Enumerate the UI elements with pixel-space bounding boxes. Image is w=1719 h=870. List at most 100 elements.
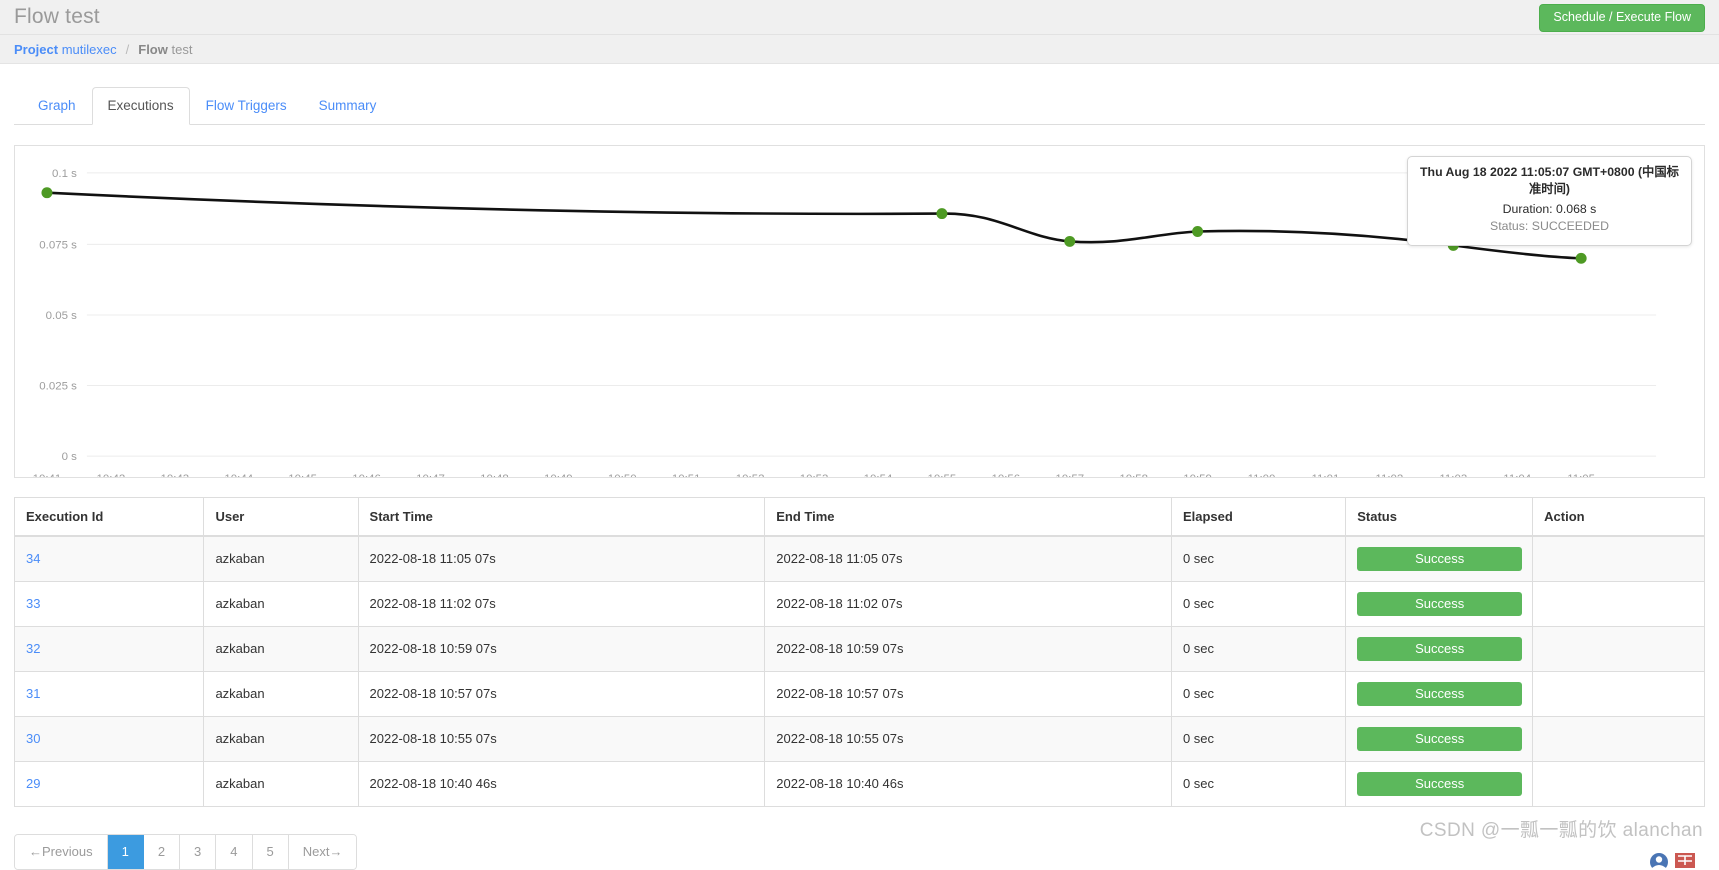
executions-table: Execution Id User Start Time End Time El… — [13, 496, 1705, 807]
status-badge[interactable]: Success — [1357, 726, 1523, 751]
x-tick-label-21: 11:02 — [1375, 473, 1403, 477]
breadcrumb-project-link[interactable]: Project mutilexec — [14, 42, 117, 57]
cell-start: 2022-08-18 11:02 07s — [357, 580, 766, 627]
cell-execution-id: 34 — [13, 535, 205, 582]
tab-list: Graph Executions Flow Triggers Summary — [14, 87, 1705, 125]
tooltip-timestamp: Thu Aug 18 2022 11:05:07 GMT+0800 (中国标准时… — [1420, 164, 1679, 197]
x-tick-label-0: 10:41 — [33, 473, 62, 477]
x-tick-label-10: 10:51 — [672, 473, 701, 477]
cell-start: 2022-08-18 10:57 07s — [357, 670, 766, 717]
cell-elapsed: 0 sec — [1170, 535, 1347, 582]
cell-user: azkaban — [203, 535, 359, 582]
x-tick-label-18: 10:59 — [1183, 473, 1212, 477]
x-tick-label-8: 10:49 — [544, 473, 573, 477]
cell-execution-id: 30 — [13, 715, 205, 762]
breadcrumb-flow-current: Flow test — [138, 42, 192, 57]
breadcrumb-flow-label: Flow — [138, 41, 168, 57]
table-header-row: Execution Id User Start Time End Time El… — [13, 496, 1705, 537]
cell-start: 2022-08-18 10:59 07s — [357, 625, 766, 672]
table-head: Execution Id User Start Time End Time El… — [13, 496, 1705, 537]
csdn-logo-icon — [1650, 853, 1695, 868]
schedule-execute-flow-button[interactable]: Schedule / Execute Flow — [1539, 4, 1705, 32]
pagination-next[interactable]: Next→ — [288, 834, 357, 870]
y-tick-label-0.1: 0.1 s — [52, 168, 77, 180]
data-point-3[interactable] — [1192, 225, 1204, 237]
cell-start: 2022-08-18 10:55 07s — [357, 715, 766, 762]
pagination-page-1[interactable]: 1 — [107, 834, 144, 870]
csdn-watermark: CSDN @一瓢一瓢的饮 alanchan — [1419, 820, 1703, 841]
data-point-5[interactable] — [1575, 252, 1587, 264]
x-tick-label-7: 10:48 — [480, 473, 509, 477]
y-tick-label-0.05: 0.05 s — [46, 310, 78, 322]
x-tick-label-24: 11:05 — [1567, 473, 1595, 477]
execution-id-link[interactable]: 32 — [26, 641, 40, 656]
tab-summary[interactable]: Summary — [303, 87, 393, 125]
execution-id-link[interactable]: 29 — [26, 776, 40, 791]
pagination-page-5[interactable]: 5 — [252, 834, 289, 870]
data-point-2[interactable] — [1064, 235, 1076, 247]
cell-end: 2022-08-18 10:57 07s — [764, 670, 1172, 717]
duration-series-points — [41, 187, 1587, 264]
cell-execution-id: 29 — [13, 760, 205, 807]
tooltip-duration: Duration: 0.068 s — [1502, 201, 1597, 216]
table-row: 32 azkaban 2022-08-18 10:59 07s 2022-08-… — [13, 625, 1705, 672]
execution-id-link[interactable]: 31 — [26, 686, 40, 701]
x-tick-label-13: 10:54 — [864, 473, 893, 477]
x-tick-label-19: 11:00 — [1248, 473, 1276, 477]
pagination-previous[interactable]: ←Previous — [15, 834, 108, 870]
execution-id-link[interactable]: 33 — [26, 596, 40, 611]
cell-execution-id: 32 — [13, 625, 205, 672]
execution-id-link[interactable]: 30 — [26, 731, 40, 746]
cell-end: 2022-08-18 10:40 46s — [764, 760, 1172, 807]
pagination-page-4[interactable]: 4 — [216, 834, 253, 870]
cell-action — [1532, 625, 1705, 672]
tab-graph[interactable]: Graph — [22, 87, 92, 125]
duration-series-line — [45, 191, 1583, 260]
cell-action — [1532, 580, 1705, 627]
x-tick-label-2: 10:43 — [160, 473, 189, 477]
x-tick-label-3: 10:44 — [224, 473, 253, 477]
executions-table-container: Execution Id User Start Time End Time El… — [13, 496, 1705, 807]
cell-execution-id: 33 — [13, 580, 205, 627]
x-tick-label-16: 10:57 — [1055, 473, 1084, 477]
cell-elapsed: 0 sec — [1170, 670, 1347, 717]
cell-end: 2022-08-18 10:55 07s — [764, 715, 1172, 762]
column-header-status: Status — [1345, 496, 1534, 537]
cell-user: azkaban — [203, 580, 359, 627]
status-badge[interactable]: Success — [1357, 591, 1523, 616]
x-tick-label-11: 10:52 — [736, 473, 765, 477]
page-title: Flow test — [14, 5, 100, 28]
pagination-page-3[interactable]: 3 — [180, 834, 217, 870]
cell-user: azkaban — [203, 670, 359, 717]
x-tick-label-6: 10:47 — [416, 473, 445, 477]
cell-action — [1532, 715, 1705, 762]
cell-elapsed: 0 sec — [1170, 760, 1347, 807]
y-tick-label-0: 0 s — [62, 451, 78, 463]
cell-status: Success — [1345, 580, 1534, 627]
tab-executions[interactable]: Executions — [91, 87, 190, 125]
data-point-1[interactable] — [936, 208, 948, 219]
column-header-user: User — [203, 496, 359, 537]
execution-id-link[interactable]: 34 — [26, 551, 40, 566]
pagination-page-2[interactable]: 2 — [143, 834, 181, 870]
column-header-execution-id: Execution Id — [13, 496, 205, 537]
tab-flow-triggers[interactable]: Flow Triggers — [190, 87, 303, 125]
status-badge[interactable]: Success — [1357, 546, 1523, 571]
column-header-start-time: Start Time — [357, 496, 766, 537]
breadcrumb-project-name: mutilexec — [61, 41, 117, 57]
status-badge[interactable]: Success — [1357, 771, 1523, 796]
status-badge[interactable]: Success — [1357, 636, 1523, 661]
breadcrumb-flow-name: test — [171, 41, 193, 57]
data-point-0[interactable] — [41, 187, 53, 199]
page-header: Flow test Schedule / Execute Flow — [0, 0, 1719, 35]
y-tick-label-0.075: 0.075 s — [39, 239, 77, 251]
x-axis-ticks: 10:41 10:42 10:43 10:44 10:45 10:46 10:4… — [33, 473, 1595, 477]
status-badge[interactable]: Success — [1357, 681, 1523, 706]
cell-action — [1532, 535, 1705, 582]
x-tick-label-20: 11:01 — [1312, 473, 1340, 477]
cell-end: 2022-08-18 10:59 07s — [764, 625, 1172, 672]
breadcrumb-project-label: Project — [14, 41, 59, 57]
x-tick-label-1: 10:42 — [97, 473, 126, 477]
column-header-end-time: End Time — [764, 496, 1172, 537]
x-tick-label-12: 10:53 — [800, 473, 829, 477]
